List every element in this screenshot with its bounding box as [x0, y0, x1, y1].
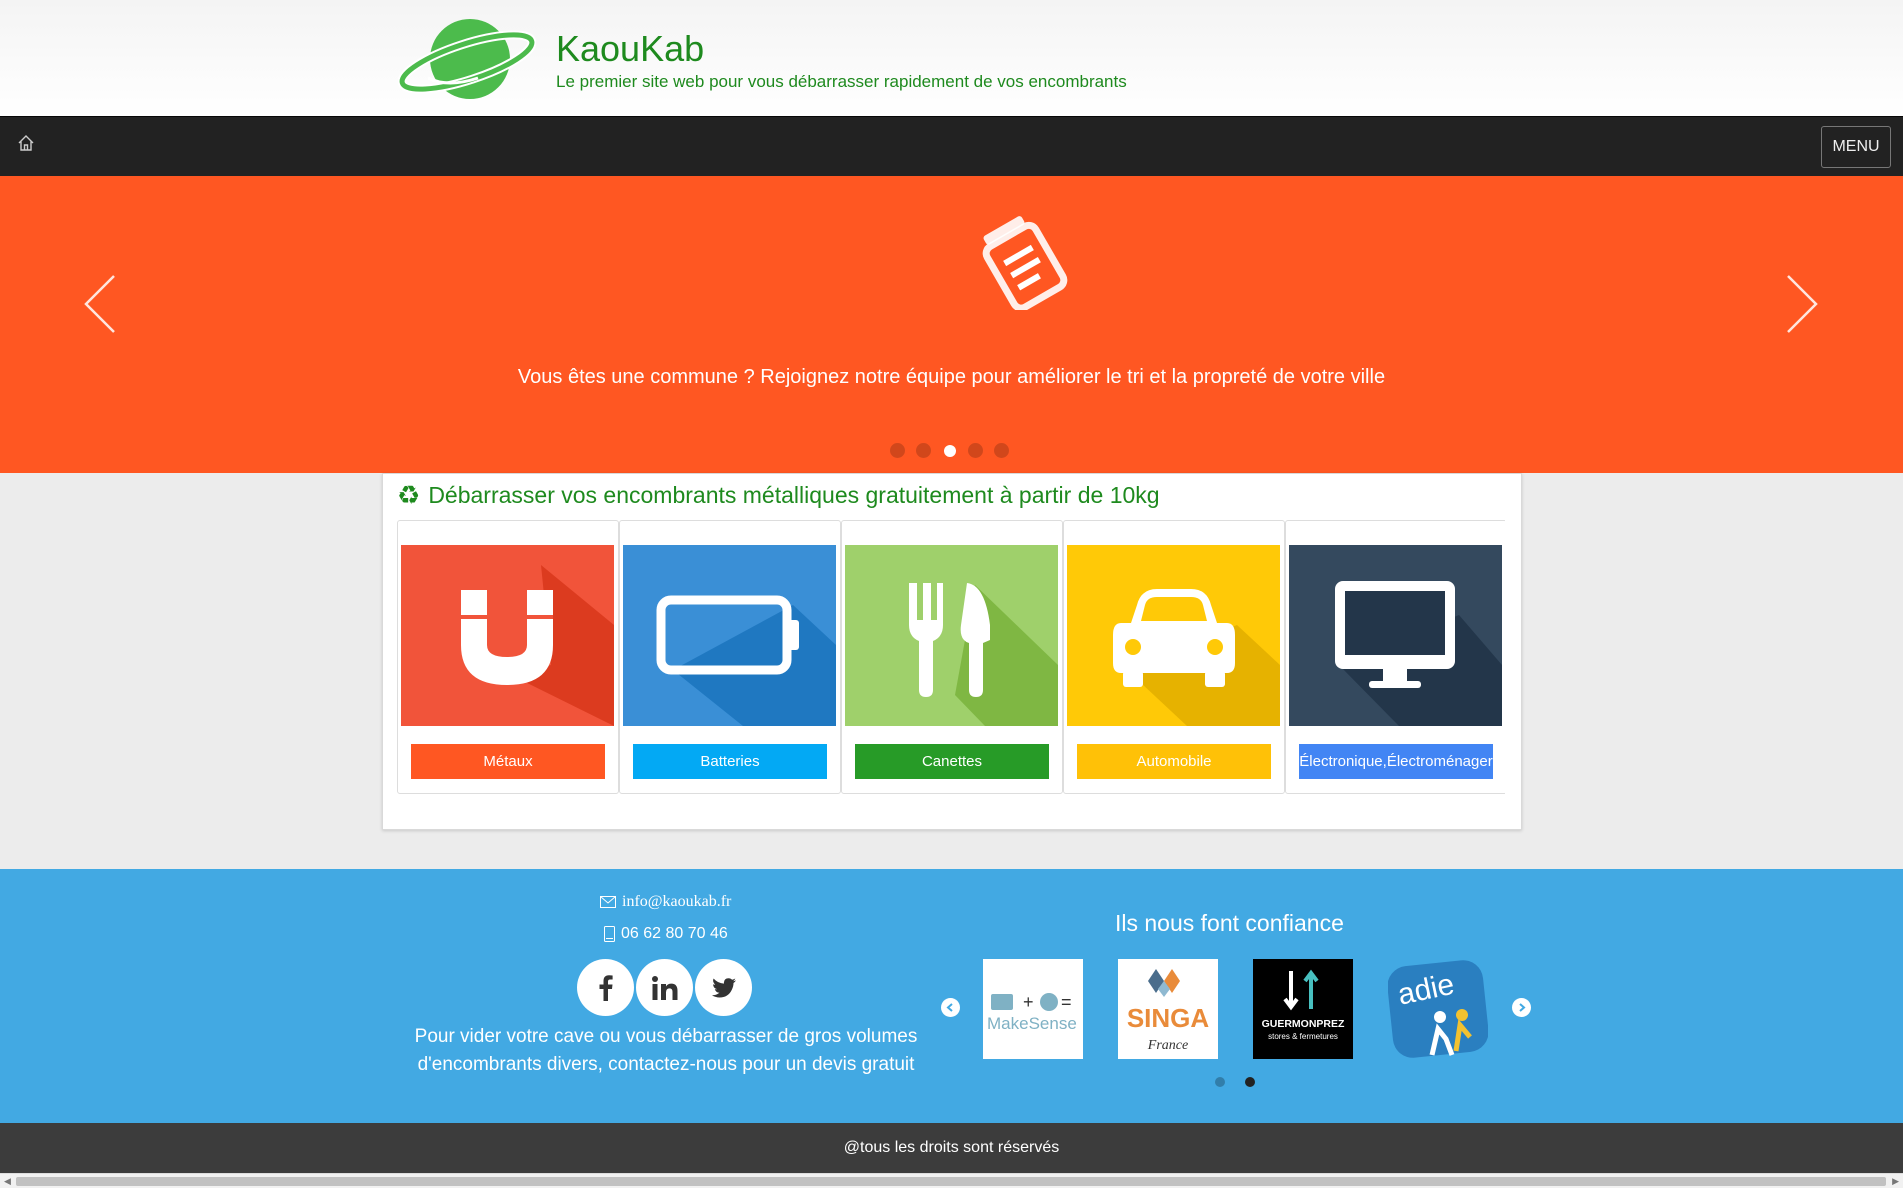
category-card-metaux[interactable]: Métaux	[397, 520, 619, 794]
navbar: MENU	[0, 116, 1903, 176]
copyright-text: @tous les droits sont réservés	[843, 1139, 1060, 1156]
partner-guermonprez-name: GUERMONPREZ	[1262, 1018, 1345, 1030]
contact-phone-text[interactable]: 06 62 80 70 46	[621, 925, 728, 943]
magnet-icon	[401, 545, 614, 726]
scrollbar-thumb[interactable]	[16, 1177, 1886, 1186]
hero-next-arrow-icon[interactable]	[1782, 272, 1822, 336]
site-tagline: Le premier site web pour vous débarrasse…	[556, 72, 1127, 91]
partners-prev-button[interactable]	[941, 998, 960, 1017]
hero-indicator-4[interactable]	[968, 443, 983, 458]
chevron-right-icon	[1519, 1003, 1526, 1012]
category-button-metaux[interactable]: Métaux	[411, 744, 605, 779]
partner-makesense-name: MakeSense	[987, 1014, 1077, 1033]
home-icon	[18, 135, 34, 151]
categories-panel: ♻ Débarrasser vos encombrants métallique…	[382, 473, 1522, 830]
twitter-icon	[711, 977, 736, 997]
contact-phone[interactable]: 06 62 80 70 46	[604, 925, 728, 943]
category-button-canettes[interactable]: Canettes	[855, 744, 1049, 779]
recycle-icon: ♻	[397, 480, 421, 510]
hero-caption: Vous êtes une commune ? Rejoignez notre …	[517, 366, 1386, 388]
makesense-logo: + = MakeSense	[987, 992, 1077, 1033]
facebook-icon	[599, 974, 613, 1001]
contact-email-text[interactable]: info@kaoukab.fr	[622, 893, 731, 911]
svg-text:+: +	[1023, 992, 1034, 1012]
home-button[interactable]	[12, 129, 40, 157]
facebook-button[interactable]	[577, 959, 634, 1016]
partners-next-button[interactable]	[1512, 998, 1531, 1017]
site-header: KaouKab Le premier site web pour vous dé…	[0, 0, 1903, 116]
envelope-icon	[600, 896, 616, 908]
category-card-automobile[interactable]: Automobile	[1063, 520, 1285, 794]
category-cards: Métaux Batteries Canettes Automobile Éle…	[397, 520, 1505, 794]
twitter-button[interactable]	[695, 959, 752, 1016]
category-card-batteries[interactable]: Batteries	[619, 520, 841, 794]
footer-description: Pour vider votre cave ou vous débarrasse…	[414, 1026, 918, 1075]
hero-prev-arrow-icon[interactable]	[80, 272, 120, 336]
footer	[0, 869, 1903, 1123]
singa-logo: SINGA France	[1127, 969, 1210, 1053]
fork-knife-icon	[845, 545, 1058, 726]
partner-logo-adie[interactable]: adie	[1387, 959, 1489, 1059]
linkedin-button[interactable]	[636, 959, 693, 1016]
hero-indicators	[890, 443, 1009, 458]
panel-heading: ♻ Débarrasser vos encombrants métallique…	[397, 480, 1160, 511]
category-card-electronique[interactable]: Électronique,Électroménager	[1285, 520, 1505, 794]
contact-email[interactable]: info@kaoukab.fr	[600, 893, 731, 911]
category-card-canettes[interactable]: Canettes	[841, 520, 1063, 794]
adie-logo: adie	[1387, 960, 1489, 1058]
social-links	[577, 959, 752, 1016]
partners-indicator-1[interactable]	[1215, 1077, 1225, 1087]
site-title[interactable]: KaouKab	[556, 28, 704, 70]
menu-button[interactable]: MENU	[1821, 126, 1891, 168]
mobile-phone-icon	[604, 926, 615, 942]
hero-indicator-3[interactable]	[943, 444, 956, 457]
partner-logo-singa[interactable]: SINGA France	[1118, 959, 1218, 1059]
partner-singa-sub: France	[1147, 1038, 1188, 1053]
partner-logo-makesense[interactable]: + = MakeSense	[983, 959, 1083, 1059]
category-button-electronique[interactable]: Électronique,Électroménager	[1299, 744, 1493, 779]
partner-logo-guermonprez[interactable]: GUERMONPREZ stores & fermetures	[1253, 959, 1353, 1059]
planet-logo[interactable]	[398, 16, 536, 102]
category-button-batteries[interactable]: Batteries	[633, 744, 827, 779]
scroll-right-icon[interactable]: ▶	[1892, 1176, 1899, 1187]
document-trash-icon	[982, 216, 1068, 310]
hero-carousel	[0, 176, 1903, 473]
monitor-icon	[1289, 545, 1502, 726]
linkedin-icon	[651, 975, 677, 1000]
horizontal-scrollbar[interactable]: ◀ ▶	[0, 1173, 1903, 1188]
hero-indicator-2[interactable]	[916, 443, 931, 458]
guermonprez-logo: GUERMONPREZ stores & fermetures	[1262, 969, 1345, 1041]
copyright-bar: @tous les droits sont réservés	[0, 1123, 1903, 1173]
scroll-left-icon[interactable]: ◀	[4, 1176, 11, 1187]
panel-heading-text: Débarrasser vos encombrants métalliques …	[428, 482, 1160, 508]
partners-title: Ils nous font confiance	[1115, 910, 1344, 936]
partner-guermonprez-sub: stores & fermetures	[1268, 1032, 1338, 1041]
car-icon	[1067, 545, 1280, 726]
svg-text:=: =	[1061, 992, 1072, 1012]
hero-indicator-1[interactable]	[890, 443, 905, 458]
category-button-automobile[interactable]: Automobile	[1077, 744, 1271, 779]
hero-indicator-5[interactable]	[994, 443, 1009, 458]
partners-indicator-2[interactable]	[1245, 1077, 1255, 1087]
battery-icon	[623, 545, 836, 726]
partner-singa-name: SINGA	[1127, 1003, 1210, 1033]
partners-indicators	[1215, 1077, 1255, 1087]
chevron-left-icon	[946, 1003, 953, 1012]
